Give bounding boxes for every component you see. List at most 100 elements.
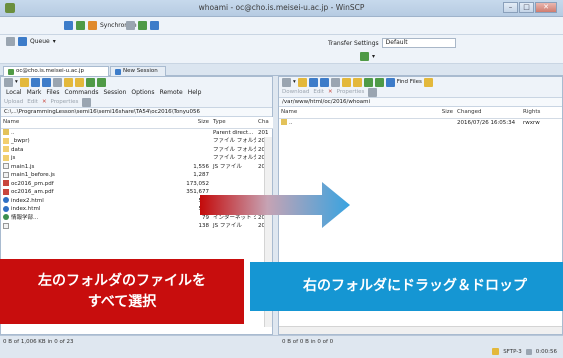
menu-options[interactable]: Options — [131, 89, 154, 96]
local-nav-toolbar: ▾ — [1, 77, 272, 87]
column-size[interactable]: Size — [177, 117, 211, 129]
menu-session[interactable]: Session — [104, 89, 127, 96]
column-size[interactable]: Size — [429, 107, 455, 119]
delete-icon[interactable]: ✕ — [328, 89, 333, 95]
menu-local[interactable]: Local — [6, 89, 22, 96]
file-type: ファイル フォルダー — [213, 155, 256, 161]
file-name: .. — [11, 129, 15, 136]
root-folder-icon[interactable] — [352, 77, 362, 87]
drive-icon[interactable] — [4, 77, 13, 87]
menu-mark[interactable]: Mark — [27, 89, 42, 96]
tab-session[interactable]: oc@cho.is.meisei-u.ac.jp — [3, 66, 109, 76]
file-type: ファイル フォルダー — [213, 146, 256, 153]
parent-folder-icon[interactable] — [63, 77, 73, 87]
toolbar-extra-buttons[interactable] — [126, 21, 159, 30]
local-file-header: Name Size Type Cha — [1, 117, 274, 129]
sync-browse-button[interactable] — [64, 21, 85, 30]
remote-file-header: Name Size Changed Rights — [279, 107, 562, 119]
forward-icon[interactable] — [330, 77, 340, 87]
properties-button[interactable]: Properties — [51, 99, 79, 105]
file-name-cell: index2.html — [1, 197, 177, 206]
column-rights[interactable]: Rights — [521, 107, 562, 119]
transfer-settings-select[interactable]: Default — [381, 38, 456, 48]
column-name[interactable]: Name — [1, 117, 177, 129]
remote-selection-status: 0 B of 0 B in 0 of 0 — [282, 339, 334, 345]
table-row[interactable]: .. 2016/07/26 16:05:34 rwxrw — [279, 118, 562, 127]
local-path-bar[interactable]: C:\...\ProgrammingLesson\semi16\semi16sh… — [1, 107, 272, 117]
back-icon[interactable] — [41, 77, 51, 87]
properties-button[interactable]: Properties — [337, 89, 365, 95]
refresh-icon[interactable] — [374, 77, 384, 87]
file-changed: 201 — [258, 129, 269, 136]
home-icon[interactable] — [363, 77, 373, 87]
file-name-cell: main1.js — [1, 163, 177, 172]
filter-icon[interactable] — [30, 77, 40, 87]
queue-button[interactable]: Queue ▾ — [6, 37, 56, 46]
window-controls: – □ ✕ — [503, 2, 557, 13]
find-files-button[interactable]: Find Files — [397, 79, 422, 85]
chevron-down-icon[interactable]: ▾ — [15, 79, 18, 85]
remote-horizontal-scrollbar[interactable] — [279, 326, 562, 334]
column-type[interactable]: Type — [211, 117, 256, 129]
edit-button[interactable]: Edit — [313, 89, 324, 95]
file-type: JS ファイル — [213, 163, 242, 170]
menu-help[interactable]: Help — [188, 89, 202, 96]
chevron-down-icon[interactable]: ▾ — [293, 79, 296, 85]
filter-icon[interactable] — [308, 77, 318, 87]
folder-open-icon[interactable] — [297, 77, 307, 87]
web-file-icon — [3, 214, 9, 220]
download-button[interactable]: Download — [282, 89, 309, 95]
remote-drive-icon[interactable] — [282, 77, 291, 87]
home-icon[interactable] — [85, 77, 95, 87]
column-name[interactable]: Name — [279, 107, 429, 119]
root-folder-icon[interactable] — [74, 77, 84, 87]
remote-path-bar[interactable]: /var/www/html/oc/2016/whoami — [279, 97, 562, 107]
sync-folders-icon[interactable] — [423, 77, 433, 87]
column-changed[interactable]: Cha — [256, 117, 274, 129]
file-name-cell: data — [1, 146, 177, 155]
file-name: oc2016_am.pdf — [11, 189, 54, 195]
new-folder-icon[interactable] — [82, 97, 92, 107]
find-files-icon[interactable] — [385, 77, 395, 87]
minimize-button[interactable]: – — [503, 2, 518, 13]
js-file-icon — [3, 163, 9, 169]
upload-button[interactable]: Upload — [4, 99, 23, 105]
file-name: data — [11, 146, 24, 153]
refresh-icon[interactable] — [96, 77, 106, 87]
queue-icon — [18, 37, 27, 46]
local-actions-toolbar: Upload Edit ✕ Properties — [1, 97, 272, 107]
folder-open-icon[interactable] — [19, 77, 29, 87]
file-name: index.html — [11, 206, 41, 212]
tab-new-session[interactable]: New Session — [110, 66, 166, 76]
edit-button[interactable]: Edit — [27, 99, 38, 105]
transfer-settings-menu-button[interactable]: ▾ — [360, 52, 375, 61]
table-row[interactable]: .. Parent direct... 201 — [1, 128, 274, 137]
table-row[interactable]: jsファイル フォルダー201 — [1, 154, 274, 163]
column-changed[interactable]: Changed — [455, 107, 521, 119]
parent-folder-icon[interactable] — [341, 77, 351, 87]
menu-remote[interactable]: Remote — [160, 89, 183, 96]
table-row[interactable]: main1_before.js 1,287 — [1, 171, 274, 180]
menu-commands[interactable]: Commands — [65, 89, 99, 96]
preferences-icon — [150, 21, 159, 30]
drag-arrow — [200, 182, 350, 228]
table-row[interactable]: dataファイル フォルダー201 — [1, 146, 274, 155]
close-button[interactable]: ✕ — [535, 2, 557, 13]
maximize-button[interactable]: □ — [519, 2, 534, 13]
file-name: .. — [289, 119, 293, 126]
pdf-file-icon — [3, 188, 9, 195]
file-name: js — [11, 155, 16, 161]
synchronize-icon — [88, 21, 97, 30]
file-type — [211, 171, 256, 180]
menu-files[interactable]: Files — [46, 89, 59, 96]
forward-icon[interactable] — [52, 77, 62, 87]
back-icon[interactable] — [319, 77, 329, 87]
table-row[interactable]: _bwpr)ファイル フォルダー201 — [1, 137, 274, 146]
title-bar: whoami - oc@cho.is.meisei-u.ac.jp - WinS… — [0, 0, 563, 17]
table-row[interactable]: main1.js1,556JS ファイル201 — [1, 163, 274, 172]
session-tabs: oc@cho.is.meisei-u.ac.jp New Session — [0, 64, 563, 76]
file-name: main1.js — [11, 163, 35, 170]
delete-icon[interactable]: ✕ — [42, 99, 47, 105]
compare-icon — [64, 21, 73, 30]
new-folder-icon[interactable] — [368, 87, 378, 97]
